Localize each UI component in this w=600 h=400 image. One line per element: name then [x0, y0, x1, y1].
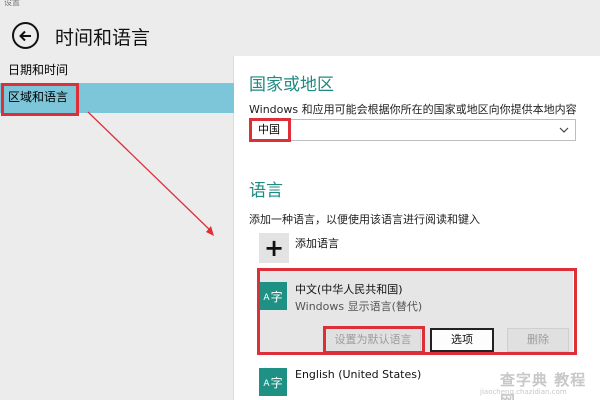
language-description: 添加一种语言，以便使用该语言进行阅读和键入 — [249, 213, 480, 226]
region-description: Windows 和应用可能会根据你所在的国家或地区向你提供本地内容 — [249, 103, 577, 116]
region-section-title: 国家或地区 — [249, 75, 334, 95]
language-name-english[interactable]: English (United States) — [295, 368, 421, 381]
plus-icon: + — [259, 233, 289, 263]
sidebar-item-date-time[interactable]: 日期和时间 — [0, 56, 234, 86]
back-button[interactable] — [12, 22, 39, 49]
add-language-label: 添加语言 — [295, 237, 339, 250]
title-bar: 设置 — [0, 0, 600, 10]
window-title: 设置 — [4, 0, 20, 7]
annotation-box-set-default — [323, 326, 425, 354]
header: 时间和语言 — [0, 10, 600, 56]
sidebar: 日期和时间 区域和语言 — [0, 56, 234, 400]
add-language-button[interactable]: + 添加语言 — [259, 233, 339, 263]
chevron-down-icon — [559, 127, 569, 133]
back-arrow-icon — [18, 30, 31, 41]
main-content: 国家或地区 Windows 和应用可能会根据你所在的国家或地区向你提供本地内容 … — [235, 56, 600, 400]
annotation-box-country — [249, 118, 291, 142]
watermark-url: jiaocheng.chazidian.com — [480, 388, 567, 396]
annotation-box-sidebar — [1, 83, 79, 116]
language-section-title: 语言 — [249, 181, 283, 201]
country-dropdown[interactable]: 中国 — [249, 119, 576, 141]
page-title: 时间和语言 — [55, 27, 151, 49]
language-icon: A字 — [259, 368, 287, 396]
sidebar-item-label: 日期和时间 — [8, 63, 69, 77]
